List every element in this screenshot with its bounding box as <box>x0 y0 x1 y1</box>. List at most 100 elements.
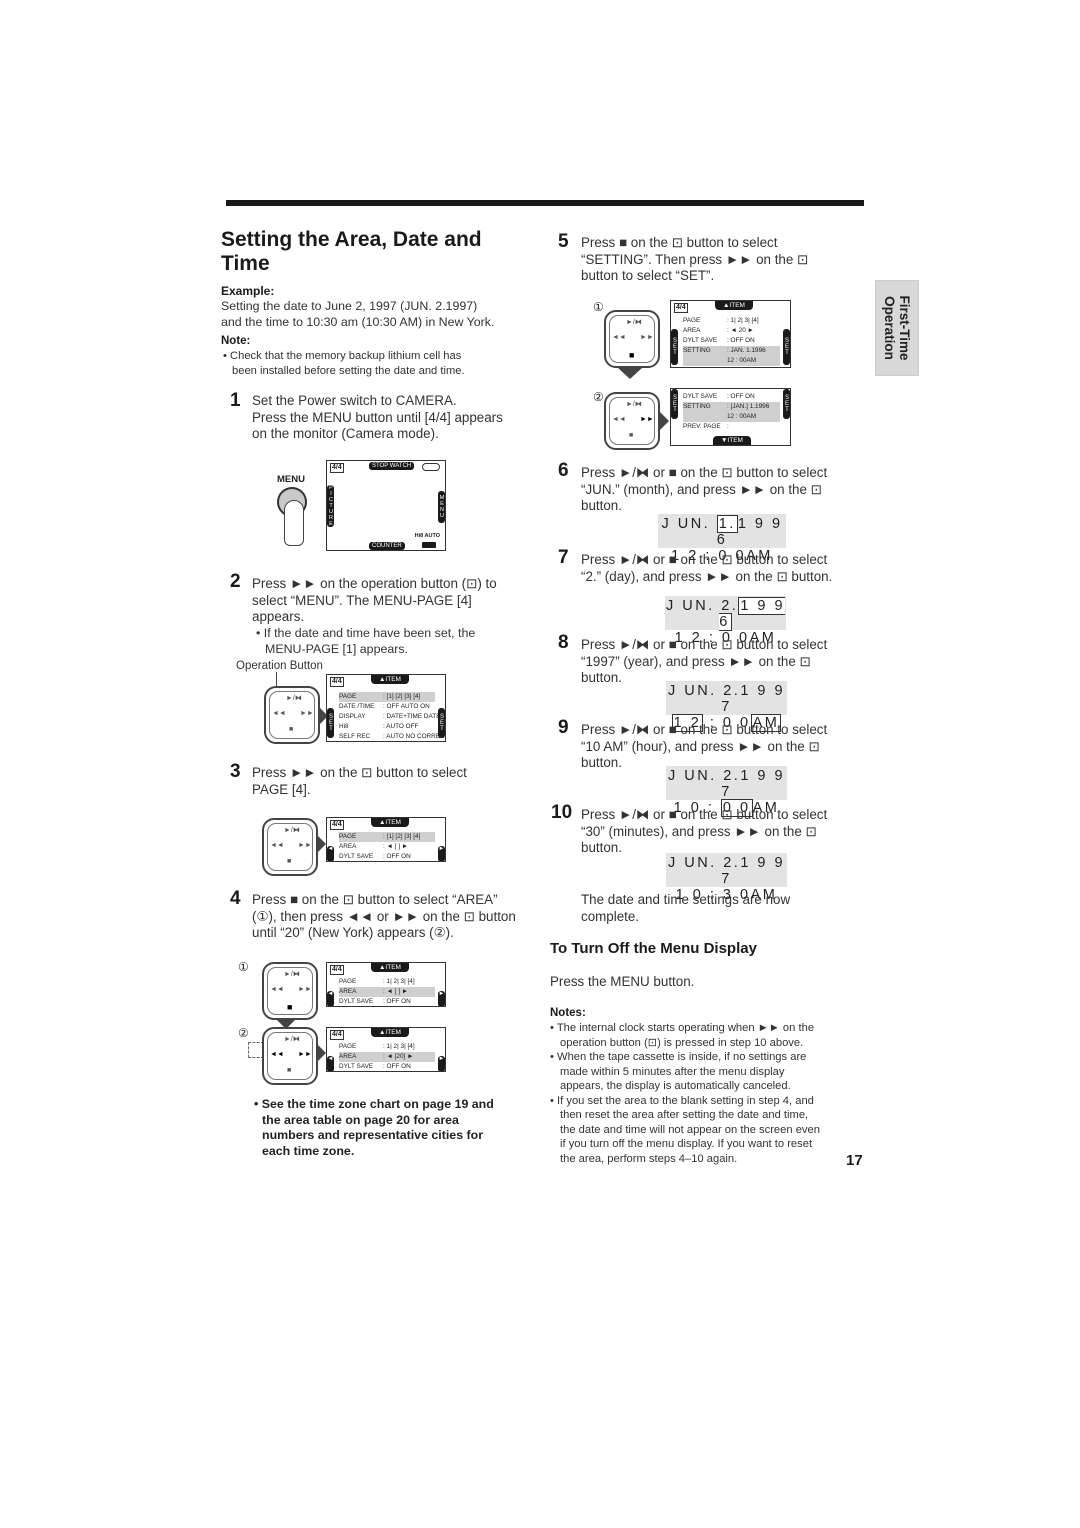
item-up-tab: ▲ITEM <box>371 675 409 684</box>
page-badge: 4/4 <box>330 1030 344 1040</box>
menu-row-key: DYLT SAVE <box>683 393 718 400</box>
play-pause-icon: ►/⧓ <box>284 1036 300 1043</box>
step-line: “2.” (day), and press ►► on the ⊡ button… <box>581 568 833 584</box>
operation-pad[interactable]: ►/⧓ ◄◄ ►► ■ <box>262 962 318 1020</box>
set-right-tab: ► <box>438 991 445 1006</box>
section-tab-line: Operation <box>882 296 897 360</box>
step-line: Press the MENU button until [4/4] appear… <box>252 409 503 425</box>
menu-row-key: SELF REC <box>339 733 371 740</box>
note-line: • Check that the memory backup lithium c… <box>223 350 462 362</box>
set-right-tab: ► <box>438 1056 445 1071</box>
date-field-day: 2. <box>723 683 741 699</box>
note-text: • Check that the memory backup lithium c… <box>223 349 533 378</box>
rewind-icon: ◄◄ <box>270 1051 284 1058</box>
menu-row-value: : JAN. 1.1996 <box>727 347 766 354</box>
finger-icon <box>284 500 304 546</box>
step-line: Press ►/⧓ or ■ on the ⊡ button to select <box>581 807 828 822</box>
note-label: Note: <box>221 335 251 347</box>
set-left-tab: SET <box>327 708 334 738</box>
step-line: appears. <box>252 609 305 624</box>
menu-row: AREA : ◄ [20] ► <box>339 1052 435 1062</box>
menu-area-blank-screen: 4/4 ▲ITEM PAGE: 1| 2| 3| [4] AREA: ◄ [ ] … <box>326 962 446 1007</box>
see-also-note: • See the time zone chart on page 19 and… <box>254 1097 539 1159</box>
step-line: button. <box>581 498 622 513</box>
menu-row-key: Hi8 <box>339 723 349 730</box>
step-line: Press ►/⧓ or ■ on the ⊡ button to select <box>581 465 828 480</box>
menu-row-key: DYLT SAVE <box>683 337 718 344</box>
page-title: Setting the Area, Date and Time <box>221 228 482 275</box>
see-also-line: the area table on page 20 for area <box>262 1112 459 1127</box>
step-line: “JUN.” (month), and press ►► on the ⊡ <box>581 481 822 497</box>
set-left-tab: SET <box>671 389 678 419</box>
menu-setting-set-screen: DYLT SAVE: OFF ON SETTING: [JAN.] 1.1996 … <box>670 388 791 446</box>
battery-icon <box>422 542 436 548</box>
menu-row-value: : 1| 2| 3| [4] <box>383 978 415 985</box>
step-9-text: Press ►/⧓ or ■ on the ⊡ button to select… <box>581 722 866 772</box>
hi8-auto-label: Hi8 AUTO <box>414 533 440 539</box>
menu-row: PAGE : [1] [2] [3] [4] <box>339 832 435 842</box>
item-up-tab: ▲ITEM <box>715 301 753 310</box>
example-line: Setting the date to June 2, 1997 (JUN. 2… <box>221 299 478 313</box>
page-badge: 4/4 <box>330 677 344 687</box>
date-display: J UN. 2.1 9 9 71 0 : 0 0 AM <box>666 766 787 817</box>
bullet-line: MENU-PAGE [1] appears. <box>265 642 408 656</box>
menu-row-key: PAGE <box>339 833 357 840</box>
rewind-icon: ◄◄ <box>270 842 284 849</box>
step-line: until “20” (New York) appears (②). <box>252 925 454 940</box>
menu-row-value: : <box>727 423 729 430</box>
set-right-tab: SET <box>783 329 790 365</box>
menu-row-value: 12 : 00AM <box>727 357 757 364</box>
complete-text: The date and time settings are now compl… <box>581 892 866 925</box>
circle-1-label: ① <box>238 960 249 974</box>
menu-row-key: AREA <box>339 988 357 995</box>
menu-row-value: : AUTO OFF <box>383 723 419 730</box>
note-line: been installed before setting the date a… <box>232 364 465 377</box>
menu-page-4-screen: 4/4 ▲ITEM PAGE: [1] [2] [3] [4] DATE /TIM… <box>326 674 446 742</box>
circle-1-label: ① <box>593 300 604 314</box>
menu-row-value: : [1] [2] [3] [4] <box>383 833 421 840</box>
menu-row-value: : OFF AUTO ON <box>383 703 430 710</box>
menu-row-key: AREA <box>339 1053 357 1060</box>
operation-pad[interactable]: ►/⧓ ◄◄ ►► ■ <box>262 1027 318 1085</box>
step-line: Set the Power switch to CAMERA. <box>252 393 457 408</box>
menu-row-value: : [JAN.] 1.1996 <box>727 403 770 410</box>
menu-row: PAGE: 1| 2| 3| [4] <box>683 316 780 326</box>
step-number: 2 <box>230 571 241 592</box>
step-line: select “MENU”. The MENU-PAGE [4] <box>252 592 472 608</box>
arrow-right-icon <box>316 834 326 854</box>
menu-row-key: DATE /TIME <box>339 703 375 710</box>
date-line: J UN. 2. 1 9 9 6 <box>665 597 786 631</box>
circle-2-label: ② <box>593 390 604 404</box>
step-4-text: Press ■ on the ⊡ button to select “AREA”… <box>252 892 542 942</box>
stop-icon: ■ <box>287 1002 293 1012</box>
operation-pad[interactable]: ►/⧓ ◄◄ ►► ■ <box>604 310 660 368</box>
see-also-line: numbers and representative cities for <box>262 1128 484 1142</box>
rewind-icon: ◄◄ <box>612 334 626 341</box>
operation-pad[interactable]: ►/⧓ ◄◄ ►► ■ <box>262 818 318 876</box>
menu-row: PREV. PAGE: <box>683 422 780 432</box>
step-number: 7 <box>558 547 569 568</box>
fast-forward-icon: ►► <box>640 416 654 423</box>
fast-forward-icon: ►► <box>298 986 312 993</box>
operation-pad[interactable]: ►/⧓ ◄◄ ►► ■ <box>264 686 320 744</box>
step-line: PAGE [4]. <box>252 781 311 797</box>
step-number: 3 <box>230 761 241 782</box>
step-6-text: Press ►/⧓ or ■ on the ⊡ button to select… <box>581 465 866 515</box>
notes-list: • The internal clock starts operating wh… <box>550 1021 870 1166</box>
menu-row: PAGE: 1| 2| 3| [4] <box>339 977 435 987</box>
operation-pad[interactable]: ►/⧓ ◄◄ ►► ■ <box>604 392 660 450</box>
step-line: (①), then press ◄◄ or ►► on the ⊡ button <box>252 908 516 924</box>
page-badge: 4/4 <box>330 965 344 975</box>
menu-row-value: : ◄ [20] ► <box>383 1053 414 1060</box>
page-badge: 4/4 <box>674 303 688 313</box>
menu-row-key: DYLT SAVE <box>339 1063 374 1070</box>
menu-side-label: MENU <box>438 491 445 523</box>
step-line: Press ►/⧓ or ■ on the ⊡ button to select <box>581 552 828 567</box>
play-pause-icon: ►/⧓ <box>626 319 642 326</box>
set-right-tab: SET <box>438 708 445 738</box>
menu-row-value: : OFF ON <box>727 393 755 400</box>
date-line: J UN. 2.1 9 9 7 <box>666 683 787 715</box>
step-number: 10 <box>551 802 573 823</box>
menu-button-label: MENU <box>277 474 305 485</box>
arrow-right-icon <box>316 1043 326 1063</box>
